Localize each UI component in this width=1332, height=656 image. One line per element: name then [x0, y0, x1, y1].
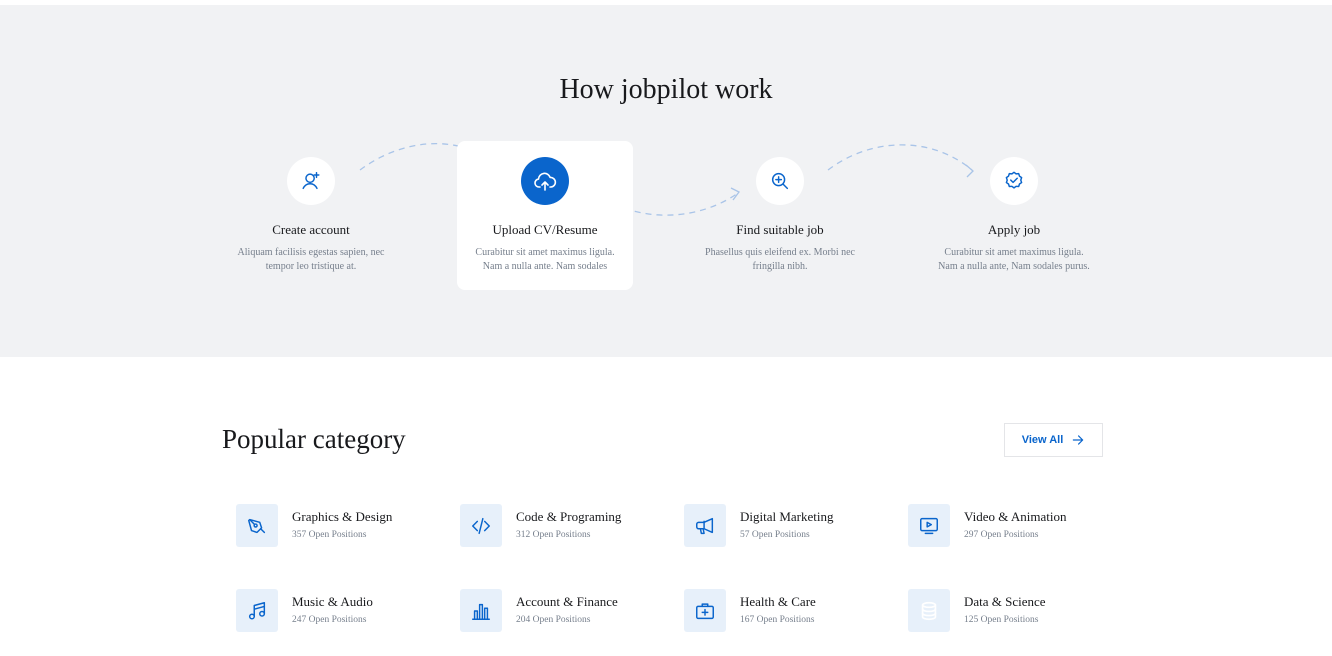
category-icon-box: [684, 504, 726, 547]
category-card-graphics-design[interactable]: Graphics & Design 357 Open Positions: [236, 504, 446, 548]
music-note-icon: [248, 601, 266, 620]
category-name: Code & Programing: [516, 509, 622, 524]
view-all-label: View All: [1021, 434, 1064, 446]
user-plus-icon: [302, 172, 320, 190]
category-icon-box: [684, 589, 726, 632]
category-count: 57 Open Positions: [740, 530, 810, 540]
category-icon-box: [460, 504, 502, 547]
category-name: Video & Animation: [964, 509, 1067, 524]
step-title: Find suitable job: [736, 222, 824, 237]
step-icon-circle: [521, 157, 569, 205]
category-icon-box: [460, 589, 502, 632]
category-card-code-programing[interactable]: Code & Programing 312 Open Positions: [460, 504, 670, 548]
category-card-video-animation[interactable]: Video & Animation 297 Open Positions: [908, 504, 1118, 548]
category-icon-box: [908, 589, 950, 632]
category-count: 125 Open Positions: [964, 615, 1039, 625]
step-desc-line: Nam a nulla ante, Nam sodales purus.: [938, 261, 1090, 272]
category-count: 167 Open Positions: [740, 615, 815, 625]
step-icon-circle: [287, 157, 335, 205]
category-name: Digital Marketing: [740, 509, 834, 524]
step-description: Aliquam facilisis egestas sapien, nec te…: [219, 246, 403, 274]
category-name: Graphics & Design: [292, 509, 393, 524]
category-name: Music & Audio: [292, 594, 373, 609]
category-name: Account & Finance: [516, 594, 618, 609]
megaphone-icon: [696, 517, 714, 534]
category-card-health-care[interactable]: Health & Care 167 Open Positions: [684, 589, 894, 633]
bar-chart-icon: [472, 603, 490, 620]
monitor-play-icon: [920, 517, 938, 534]
category-name: Health & Care: [740, 594, 816, 609]
step-upload-cv: Upload CV/Resume Curabitur sit amet maxi…: [457, 141, 633, 290]
category-icon-box: [236, 504, 278, 547]
step-description: Curabitur sit amet maximus ligula. Nam a…: [922, 246, 1106, 274]
category-count: 312 Open Positions: [516, 530, 591, 540]
category-name: Data & Science: [964, 594, 1046, 609]
step-description: Phasellus quis eleifend ex. Morbi nec fr…: [688, 246, 872, 274]
step-desc-line: Phasellus quis eleifend ex. Morbi nec: [705, 247, 855, 258]
step-desc-line: fringilla nibh.: [752, 261, 808, 272]
code-icon: [472, 517, 490, 534]
step-title: Apply job: [987, 222, 1041, 237]
step-description: Curabitur sit amet maximus ligula. Nam a…: [453, 246, 637, 274]
step-title: Create account: [272, 222, 350, 237]
category-card-digital-marketing[interactable]: Digital Marketing 57 Open Positions: [684, 504, 894, 548]
category-count: 247 Open Positions: [292, 615, 367, 625]
arrow-right-icon: [1073, 435, 1084, 445]
step-title: Upload CV/Resume: [492, 222, 598, 237]
category-count: 204 Open Positions: [516, 615, 591, 625]
category-icon-box: [908, 504, 950, 547]
step-desc-line: Curabitur sit amet maximus ligula.: [475, 247, 615, 258]
magnifier-plus-icon: [771, 172, 789, 190]
step-connector-arrows: [359, 143, 974, 216]
popular-category-title: Popular category: [222, 424, 406, 454]
step-desc-line: Aliquam facilisis egestas sapien, nec: [237, 247, 385, 258]
step-apply-job: Apply job Curabitur sit amet maximus lig…: [926, 141, 1102, 290]
view-all-button[interactable]: View All: [1004, 423, 1103, 457]
step-desc-line: Curabitur sit amet maximus ligula.: [944, 247, 1084, 258]
category-count: 357 Open Positions: [292, 530, 367, 540]
step-icon-circle: [990, 157, 1038, 205]
how-it-works-section: How jobpilot work Create account Aliquam…: [0, 10, 1332, 357]
step-desc-line: Nam a nulla ante. Nam sodales: [482, 261, 608, 272]
cloud-upload-icon: [534, 172, 557, 191]
first-aid-kit-icon: [696, 602, 714, 619]
badge-check-icon: [1005, 171, 1023, 189]
category-card-account-finance[interactable]: Account & Finance 204 Open Positions: [460, 589, 670, 633]
category-count: 297 Open Positions: [964, 530, 1039, 540]
step-create-account: Create account Aliquam facilisis egestas…: [223, 141, 399, 290]
category-card-music-audio[interactable]: Music & Audio 247 Open Positions: [236, 589, 446, 633]
category-card-data-science[interactable]: Data & Science 125 Open Positions: [908, 589, 1118, 633]
step-icon-circle: [756, 157, 804, 205]
database-icon: [921, 601, 937, 620]
step-find-job: Find suitable job Phasellus quis eleifen…: [692, 141, 868, 290]
pen-tool-icon: [248, 518, 266, 533]
step-desc-line: tempor leo tristique at.: [265, 261, 357, 272]
category-icon-box: [236, 589, 278, 632]
